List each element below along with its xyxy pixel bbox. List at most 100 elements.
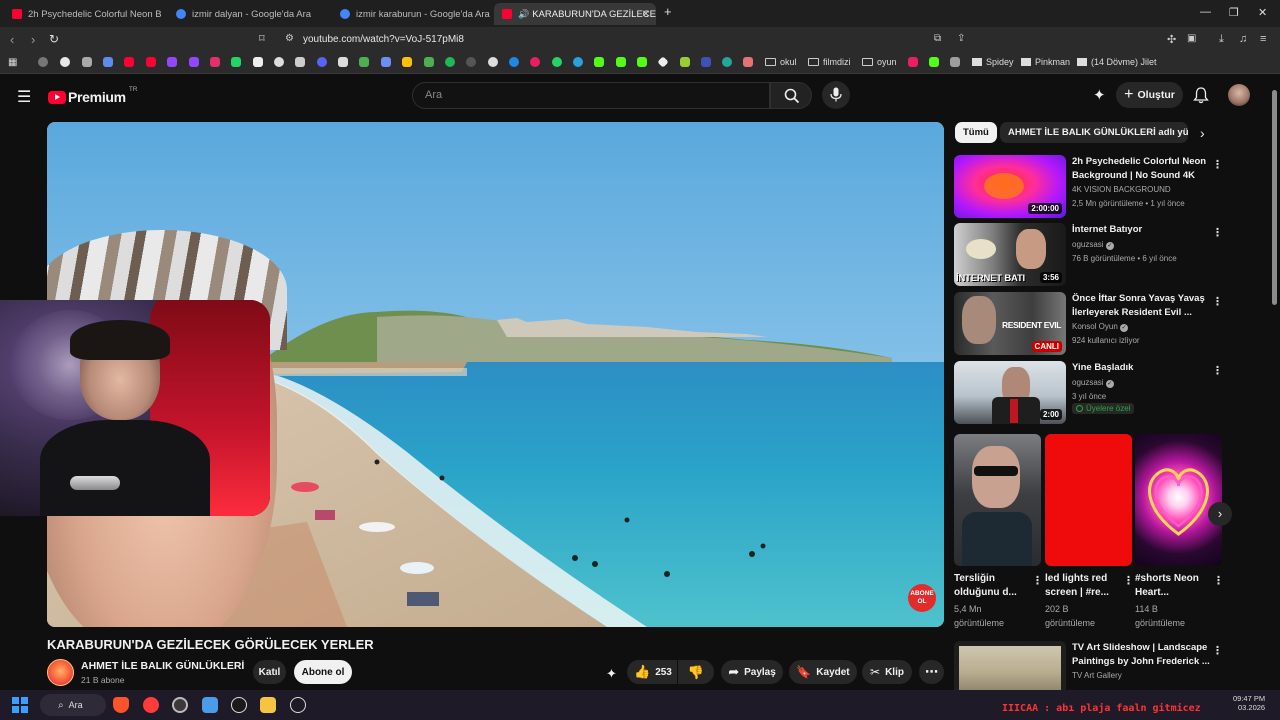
short-title[interactable]: #shorts Neon Heart... bbox=[1135, 572, 1207, 600]
bookmark-icon[interactable] bbox=[908, 57, 918, 67]
close-tab-icon[interactable]: ✕ bbox=[642, 9, 650, 20]
forward-icon[interactable]: › bbox=[31, 32, 35, 47]
channel-name[interactable]: Konsol Oyun ✓ bbox=[1072, 322, 1129, 332]
save-button[interactable]: 🔖 Kaydet bbox=[789, 660, 857, 684]
github-icon[interactable] bbox=[488, 57, 498, 67]
taskbar-search[interactable]: ⌕ Ara bbox=[40, 694, 106, 716]
bookmark-icon[interactable] bbox=[82, 57, 92, 67]
brave-browser-icon[interactable] bbox=[113, 697, 129, 713]
bookmark-folder-oyun[interactable]: oyun bbox=[862, 57, 897, 67]
extensions-icon[interactable]: ✣ bbox=[1167, 33, 1176, 46]
channel-name[interactable]: 4K VISION BACKGROUND bbox=[1072, 185, 1171, 194]
instagram-icon[interactable] bbox=[210, 57, 220, 67]
discord-icon[interactable] bbox=[317, 57, 327, 67]
channel-name[interactable]: oguzsasi ✓ bbox=[1072, 378, 1114, 388]
more-options-icon[interactable]: ⋮ bbox=[1123, 574, 1134, 587]
more-options-icon[interactable]: ⋮ bbox=[1213, 574, 1224, 587]
channel-name[interactable]: AHMET İLE BALIK GÜNLÜKLERİ bbox=[81, 660, 244, 672]
app-icon[interactable] bbox=[231, 697, 247, 713]
share-button[interactable]: ➦ Paylaş bbox=[721, 660, 783, 684]
bookmark-icon[interactable] bbox=[950, 57, 960, 67]
page-scrollbar[interactable] bbox=[1270, 82, 1278, 690]
kick-icon[interactable] bbox=[637, 57, 647, 67]
apps-icon[interactable]: ▦ bbox=[8, 57, 17, 68]
browser-tab[interactable]: 2h Psychedelic Colorful Neon Backgr bbox=[4, 3, 162, 25]
bookmark-icon[interactable] bbox=[657, 56, 669, 68]
site-info-icon[interactable]: ⚙ bbox=[285, 33, 294, 44]
video-title[interactable]: Önce İftar Sonra Yavaş Yavaş İlerleyerek… bbox=[1072, 292, 1212, 319]
share-icon[interactable]: ⇪ bbox=[957, 33, 965, 44]
url-field[interactable]: youtube.com/watch?v=VoJ-517pMi8 bbox=[303, 34, 464, 45]
short-item[interactable]: Tersliğin olduğunu d... 5,4 Mn görüntüle… bbox=[954, 434, 1043, 628]
twitch-icon[interactable] bbox=[189, 57, 199, 67]
bookmark-icon[interactable] bbox=[680, 57, 690, 67]
notifications-bell-icon[interactable] bbox=[1193, 87, 1209, 104]
bookmark-spidey[interactable]: Spidey bbox=[972, 57, 1014, 67]
photos-icon[interactable] bbox=[202, 697, 218, 713]
video-title[interactable]: Yine Başladık bbox=[1072, 361, 1212, 375]
tiktok-icon[interactable] bbox=[295, 57, 305, 67]
bookmark-icon[interactable] bbox=[466, 57, 476, 67]
more-actions-button[interactable]: ⋯ bbox=[919, 660, 944, 684]
youtube-bookmark-icon[interactable] bbox=[124, 57, 134, 67]
browser-tab[interactable]: izmir dalyan - Google'da Ara bbox=[168, 3, 326, 25]
short-title[interactable]: Tersliğin olduğunu d... bbox=[954, 572, 1026, 600]
search-input[interactable]: Ara bbox=[412, 82, 770, 109]
sidebar-icon[interactable]: ▣ bbox=[1187, 33, 1196, 44]
bookmark-icon[interactable] bbox=[722, 57, 732, 67]
more-options-icon[interactable]: ⋮ bbox=[1212, 158, 1223, 171]
browser-tab-active[interactable]: 🔊 KARABURUN'DA GEZİLECEK G ✕ bbox=[494, 3, 656, 25]
premium-extension-icon[interactable]: ✦ bbox=[1093, 86, 1106, 104]
bookmark-pinkman[interactable]: Pinkman bbox=[1021, 57, 1070, 67]
video-title[interactable]: TV Art Slideshow | Landscape Paintings b… bbox=[1072, 641, 1212, 668]
subscribe-watermark-badge[interactable]: ABONE OL bbox=[908, 584, 936, 612]
video-thumbnail[interactable]: İNTERNET BATI 3:56 bbox=[954, 223, 1066, 286]
shorts-next-button[interactable]: › bbox=[1208, 502, 1232, 526]
subscribe-button[interactable]: Abone ol bbox=[294, 660, 352, 684]
twitch-icon[interactable] bbox=[167, 57, 177, 67]
google-bookmark-icon[interactable] bbox=[60, 57, 70, 67]
more-options-icon[interactable]: ⋮ bbox=[1212, 644, 1223, 657]
more-options-icon[interactable]: ⋮ bbox=[1212, 364, 1223, 377]
short-thumbnail[interactable] bbox=[1045, 434, 1132, 566]
avatar[interactable] bbox=[1228, 84, 1250, 106]
recommended-video[interactable]: 2:00:00 2h Psychedelic Colorful Neon Bac… bbox=[954, 155, 1224, 219]
premium-extension-icon[interactable]: ✦ bbox=[606, 666, 617, 682]
history-icon[interactable] bbox=[38, 57, 48, 67]
clip-button[interactable]: ✂ Klip bbox=[862, 660, 912, 684]
kick-icon[interactable] bbox=[594, 57, 604, 67]
minimize-button[interactable]: — bbox=[1200, 6, 1211, 18]
browser-tab[interactable]: izmir karaburun - Google'da Ara bbox=[332, 3, 490, 25]
like-button[interactable]: 👍 253 bbox=[627, 660, 677, 684]
video-thumbnail[interactable]: RESIDENT EVIL CANLI bbox=[954, 292, 1066, 355]
menu-icon[interactable]: ≡ bbox=[1260, 33, 1266, 45]
more-options-icon[interactable]: ⋮ bbox=[1212, 226, 1223, 239]
youtube-premium-logo[interactable]: Premium TR bbox=[48, 86, 137, 105]
bookmark-icon[interactable] bbox=[530, 57, 540, 67]
recommended-video[interactable]: 2:00 Yine Başladık oguzsasi ✓ 3 yıl önce… bbox=[954, 361, 1224, 425]
chip-all[interactable]: Tümü bbox=[955, 122, 997, 143]
bookmark-folder-okul[interactable]: okul bbox=[765, 57, 797, 67]
channel-name[interactable]: oguzsasi ✓ bbox=[1072, 240, 1114, 250]
video-title[interactable]: İnternet Batıyor bbox=[1072, 223, 1212, 237]
x-icon[interactable] bbox=[253, 57, 263, 67]
create-button[interactable]: + Oluştur bbox=[1116, 82, 1183, 108]
short-thumbnail[interactable] bbox=[1135, 434, 1222, 566]
close-window-button[interactable]: ✕ bbox=[1258, 6, 1267, 19]
join-button[interactable]: Katıl bbox=[253, 660, 286, 684]
more-options-icon[interactable]: ⋮ bbox=[1212, 295, 1223, 308]
open-external-icon[interactable]: ⧉ bbox=[934, 33, 941, 44]
video-thumbnail[interactable]: 2:00:00 bbox=[954, 155, 1066, 218]
video-title[interactable]: 2h Psychedelic Colorful Neon Background … bbox=[1072, 155, 1212, 182]
gmail-icon[interactable] bbox=[743, 57, 753, 67]
more-options-icon[interactable]: ⋮ bbox=[1032, 574, 1043, 587]
kick-icon[interactable] bbox=[616, 57, 626, 67]
video-thumbnail[interactable]: 2:00 bbox=[954, 361, 1066, 424]
bookmark-icon[interactable] bbox=[509, 57, 519, 67]
bookmark-icon[interactable] bbox=[359, 57, 369, 67]
recommended-video[interactable]: RESIDENT EVIL CANLI Önce İftar Sonra Yav… bbox=[954, 292, 1224, 356]
bookmark-icon[interactable]: ⌑ bbox=[259, 32, 265, 45]
obs-icon[interactable] bbox=[172, 697, 188, 713]
download-icon[interactable]: ⤓ bbox=[1219, 33, 1224, 46]
media-icon[interactable]: ♫ bbox=[1239, 33, 1247, 45]
